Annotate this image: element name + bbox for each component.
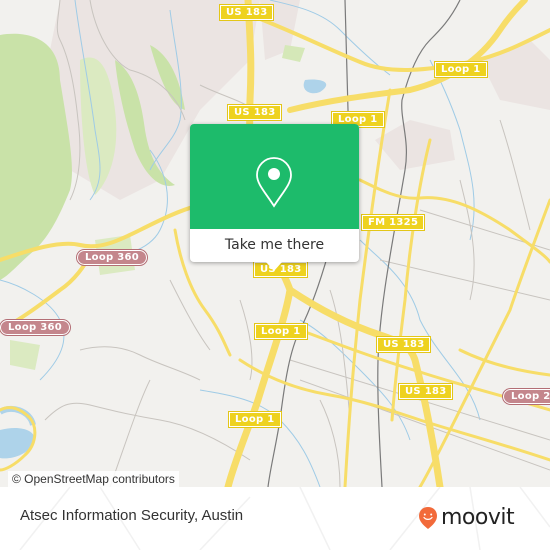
road-shield-loop-360: Loop 360 [75, 249, 149, 266]
residential-area [480, 40, 550, 110]
road-shield-us-183: US 183 [226, 104, 283, 121]
popup-pointer [266, 262, 282, 271]
road-shield-loop-1: Loop 1 [434, 61, 488, 78]
location-popup: Take me there [190, 124, 359, 271]
popup-header [190, 124, 359, 229]
map-attribution[interactable]: © OpenStreetMap contributors [8, 471, 179, 487]
road-shield-us-183: US 183 [397, 383, 454, 400]
major-road [418, 198, 550, 487]
road-shield-loop-27: Loop 27 [502, 388, 550, 405]
residential-area [375, 120, 455, 170]
road-shield-us-183: US 183 [375, 336, 432, 353]
take-me-there-button[interactable]: Take me there [190, 229, 359, 262]
moovit-logo[interactable]: moovit [418, 505, 515, 530]
park-area [10, 340, 40, 370]
minor-road [319, 399, 341, 487]
park-area [282, 45, 305, 62]
road-shield-loop-360: Loop 360 [0, 319, 72, 336]
map-view[interactable]: US 183 Loop 1 US 183 Loop 1 FM 1325 Loop… [0, 0, 550, 487]
road-shield-us-183: US 183 [218, 4, 275, 21]
minor-road [169, 279, 211, 351]
moovit-pin-smile-icon [419, 507, 437, 529]
major-road [458, 348, 550, 377]
minor-road [44, 402, 251, 461]
road-shield-loop-1: Loop 1 [254, 323, 308, 340]
map-pin-icon [256, 157, 292, 208]
road-shield-fm-1325: FM 1325 [360, 214, 426, 231]
place-title: Atsec Information Security, Austin [20, 507, 244, 524]
minor-road [499, 119, 531, 231]
water-body [0, 428, 35, 459]
road-shield-loop-1: Loop 1 [228, 411, 282, 428]
minor-road [329, 289, 351, 421]
moovit-wordmark: moovit [441, 505, 515, 530]
major-road [390, 138, 432, 422]
water-body [303, 79, 327, 94]
minor-road [79, 346, 201, 381]
